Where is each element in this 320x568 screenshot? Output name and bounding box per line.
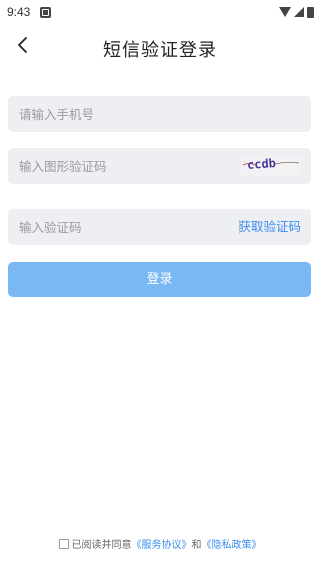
agree-checkbox[interactable] xyxy=(58,538,69,549)
login-button[interactable]: 登录 xyxy=(8,262,311,297)
privacy-policy-link[interactable]: 《隐私政策》 xyxy=(202,536,262,551)
captcha-noise xyxy=(242,161,300,166)
wifi-icon xyxy=(279,7,291,17)
code-input[interactable] xyxy=(19,209,219,245)
phone-field xyxy=(8,96,311,132)
signal-icon xyxy=(294,7,304,17)
phone-input[interactable] xyxy=(19,96,299,132)
get-code-button[interactable]: 获取验证码 xyxy=(238,209,301,245)
agreement-conjunction: 和 xyxy=(191,540,202,551)
code-field: 获取验证码 xyxy=(8,209,311,245)
status-indicators xyxy=(279,6,314,18)
agreement: 已阅读并同意 《服务协议》 和 《隐私政策》 xyxy=(0,536,320,551)
service-agreement-link[interactable]: 《服务协议》 xyxy=(132,536,192,551)
status-time: 9:43 xyxy=(7,5,31,19)
agreement-text: 已阅读并同意 xyxy=(71,540,132,551)
captcha-image[interactable]: ccdb xyxy=(241,156,301,176)
captcha-field: ccdb xyxy=(8,148,311,184)
battery-icon xyxy=(307,6,314,18)
status-bar: 9:43 xyxy=(0,0,320,26)
notification-icon xyxy=(40,7,51,18)
page-title: 短信验证登录 xyxy=(103,40,217,61)
captcha-input[interactable] xyxy=(19,148,229,184)
